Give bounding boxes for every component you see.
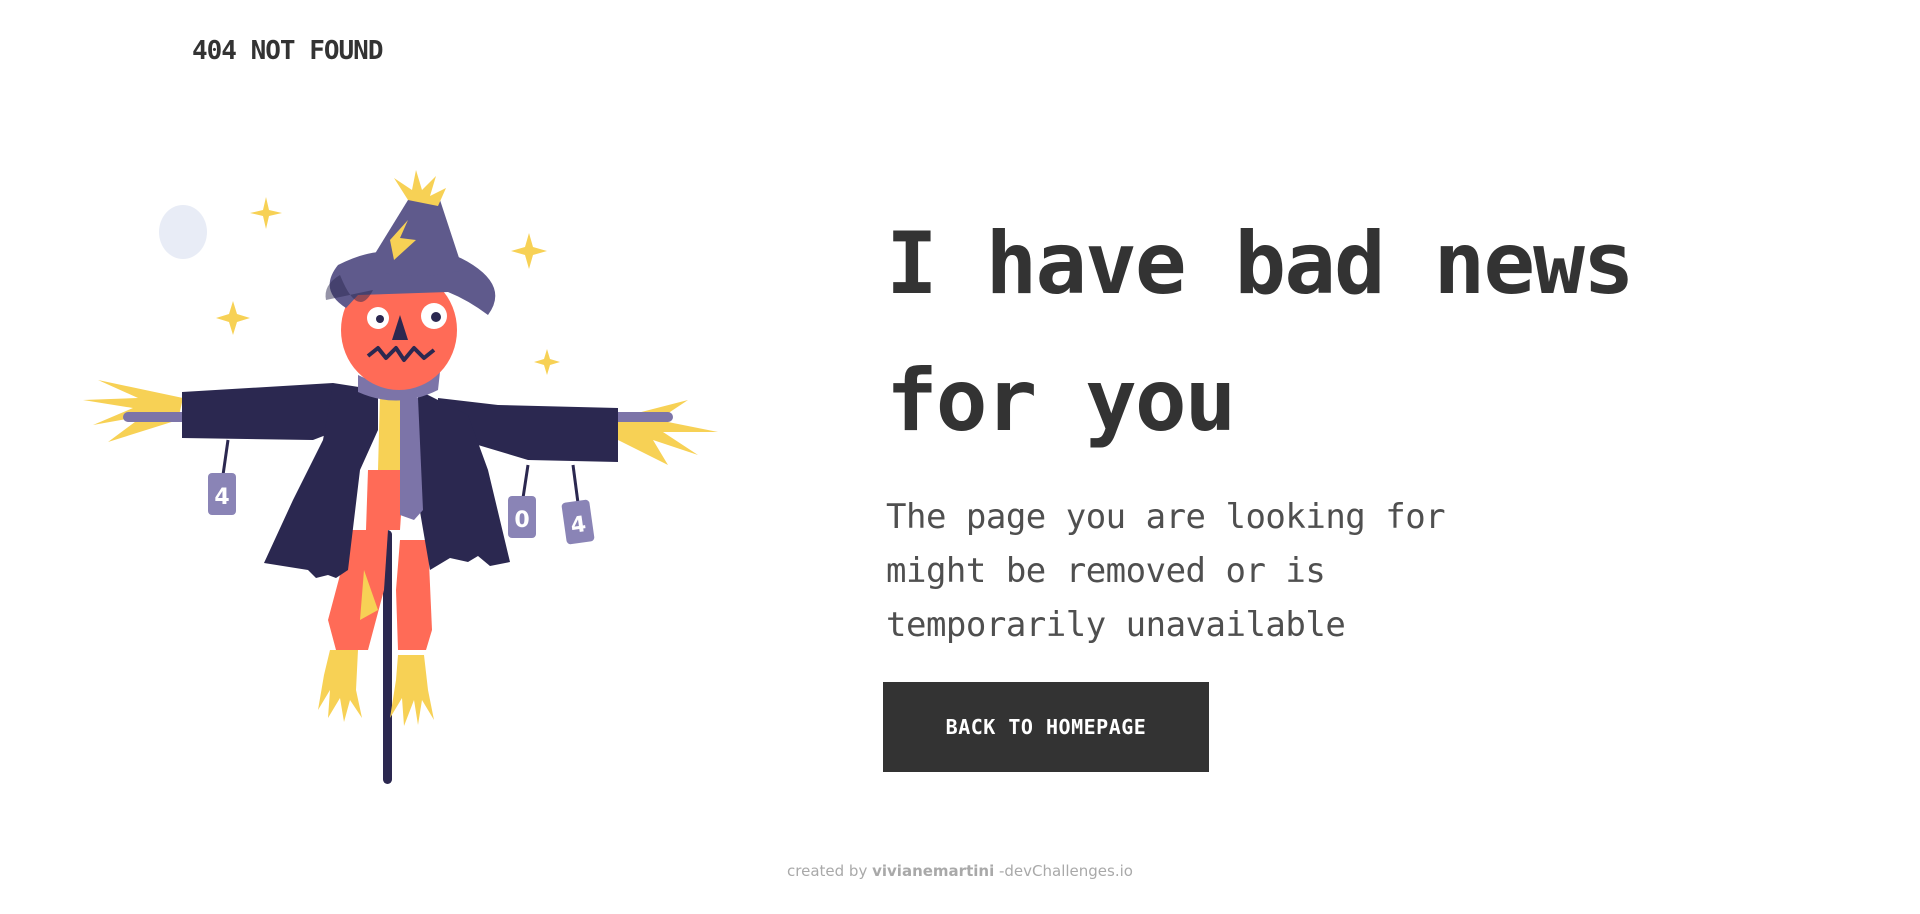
page-headline: I have bad news for you <box>886 214 1635 451</box>
hat-shape <box>325 170 496 315</box>
footer-suffix: -devChallenges.io <box>994 862 1133 880</box>
feet-straw-shape <box>318 650 434 726</box>
page-description: The page you are looking for might be re… <box>886 497 1446 645</box>
can-right: 4 <box>561 464 595 545</box>
can-left: 4 <box>208 439 236 515</box>
can-middle-label: 0 <box>514 508 529 533</box>
back-to-homepage-button[interactable]: BACK TO HOMEPAGE <box>883 682 1209 772</box>
footer-author-link[interactable]: vivianemartini <box>872 862 994 880</box>
pants-shape <box>366 470 404 530</box>
logo-text: 404 NOT FOUND <box>192 36 383 66</box>
moon-shape <box>159 205 207 259</box>
footer-prefix: created by <box>787 862 873 880</box>
right-arm-straw-shape <box>618 400 718 465</box>
scarecrow-illustration: 4 0 4 <box>78 170 728 795</box>
left-arm-straw-shape <box>83 380 183 442</box>
footer: created by vivianemartini -devChallenges… <box>0 862 1920 880</box>
can-left-label: 4 <box>214 485 229 510</box>
can-middle: 0 <box>508 464 536 538</box>
main-content: I have bad news for you The page you are… <box>883 196 1786 772</box>
